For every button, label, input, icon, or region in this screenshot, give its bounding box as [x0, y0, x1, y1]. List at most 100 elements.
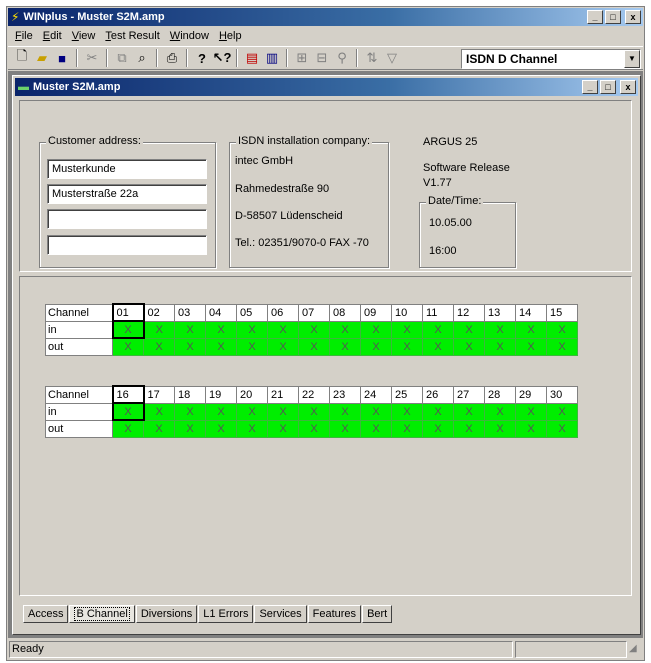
channel-cell[interactable]: X [422, 337, 454, 356]
channel-cell[interactable]: X [484, 337, 516, 356]
channel-cell[interactable]: X [298, 337, 330, 356]
channel-cell[interactable]: X [111, 320, 145, 339]
channel-cell[interactable]: X [329, 402, 361, 421]
channel-cell[interactable]: X [515, 419, 547, 438]
channel-cell[interactable]: X [111, 402, 145, 421]
channel-cell[interactable]: X [360, 320, 392, 339]
channel-cell[interactable]: X [298, 320, 330, 339]
help-icon[interactable]: ? [192, 48, 212, 68]
channel-cell[interactable]: X [360, 402, 392, 421]
channel-cell[interactable]: X [205, 419, 237, 438]
channel-cell[interactable]: X [391, 320, 423, 339]
channel-cell[interactable]: X [236, 337, 268, 356]
export-icon[interactable]: ▤ [242, 48, 262, 68]
cut-icon[interactable]: ✂ [82, 48, 102, 68]
channel-cell[interactable]: X [267, 320, 299, 339]
print-icon[interactable]: ⎙ [162, 48, 182, 68]
channel-cell[interactable]: X [174, 337, 206, 356]
channel-cell[interactable]: X [112, 419, 144, 438]
channel-cell[interactable]: X [236, 402, 268, 421]
app-title-bar[interactable]: ⚡ WINplus - Muster S2M.amp _ □ x [8, 8, 643, 26]
channel-cell[interactable]: X [236, 419, 268, 438]
channel-cell[interactable]: X [360, 337, 392, 356]
channel-cell[interactable]: X [298, 402, 330, 421]
channel-cell[interactable]: X [422, 402, 454, 421]
channel-cell[interactable]: X [546, 337, 578, 356]
channel-cell[interactable]: X [174, 320, 206, 339]
channel-cell[interactable]: X [453, 402, 485, 421]
tab-l1-errors[interactable]: L1 Errors [198, 605, 254, 623]
copy-icon[interactable]: ⧉ [112, 48, 132, 68]
channel-cell[interactable]: X [267, 337, 299, 356]
menu-test-result[interactable]: Test Result [100, 30, 164, 42]
find-icon[interactable]: ⌕ [132, 48, 152, 68]
doc-minimize-button[interactable]: _ [582, 80, 598, 94]
channel-cell[interactable]: X [515, 402, 547, 421]
menu-window[interactable]: Window [165, 30, 214, 42]
tab-bert[interactable]: Bert [362, 605, 393, 623]
magnify-icon[interactable]: ⚲ [332, 48, 352, 68]
menu-file[interactable]: File [10, 30, 38, 42]
channel-cell[interactable]: X [391, 402, 423, 421]
channel-cell[interactable]: X [236, 320, 268, 339]
channel-cell[interactable]: X [546, 320, 578, 339]
channel-cell[interactable]: X [267, 419, 299, 438]
channel-cell[interactable]: X [515, 320, 547, 339]
zoom-out-icon[interactable]: ⊟ [312, 48, 332, 68]
tab-b-channel[interactable]: B Channel [69, 605, 135, 623]
maximize-button[interactable]: □ [605, 10, 621, 24]
channel-cell[interactable]: X [546, 419, 578, 438]
sort-icon[interactable]: ⇅ [362, 48, 382, 68]
tab-features[interactable]: Features [307, 605, 362, 623]
channel-cell[interactable]: X [484, 402, 516, 421]
zoom-in-icon[interactable]: ⊞ [292, 48, 312, 68]
channel-cell[interactable]: X [329, 337, 361, 356]
channel-cell[interactable]: X [174, 402, 206, 421]
tab-diversions[interactable]: Diversions [135, 605, 198, 623]
close-button[interactable]: x [625, 10, 641, 24]
channel-cell[interactable]: X [360, 419, 392, 438]
customer-line-1-field[interactable]: Musterkunde [47, 159, 207, 179]
minimize-button[interactable]: _ [587, 10, 603, 24]
tab-services[interactable]: Services [254, 605, 307, 623]
channel-cell[interactable]: X [205, 337, 237, 356]
menu-edit[interactable]: Edit [38, 30, 67, 42]
channel-cell[interactable]: X [453, 320, 485, 339]
customer-line-4-field[interactable] [47, 235, 207, 255]
new-icon[interactable]: 🗋 [12, 48, 32, 68]
save-icon[interactable]: ■ [52, 48, 72, 68]
channel-cell[interactable]: X [112, 337, 144, 356]
channel-cell[interactable]: X [205, 402, 237, 421]
channel-cell[interactable]: X [484, 419, 516, 438]
channel-cell[interactable]: X [329, 419, 361, 438]
channel-cell[interactable]: X [391, 419, 423, 438]
import-icon[interactable]: ▥ [262, 48, 282, 68]
document-title-bar[interactable]: ▬ Muster S2M.amp _ □ x [15, 78, 638, 96]
channel-cell[interactable]: X [546, 402, 578, 421]
channel-cell[interactable]: X [143, 419, 175, 438]
channel-cell[interactable]: X [174, 419, 206, 438]
doc-close-button[interactable]: x [620, 80, 636, 94]
channel-cell[interactable]: X [329, 320, 361, 339]
menu-help[interactable]: Help [214, 30, 247, 42]
doc-maximize-button[interactable]: □ [600, 80, 616, 94]
channel-cell[interactable]: X [143, 320, 175, 339]
customer-line-3-field[interactable] [47, 209, 207, 229]
menu-view[interactable]: View [67, 30, 101, 42]
channel-cell[interactable]: X [205, 320, 237, 339]
channel-cell[interactable]: X [515, 337, 547, 356]
tab-access[interactable]: Access [23, 605, 69, 623]
customer-line-2-field[interactable]: Musterstraße 22a [47, 184, 207, 204]
open-icon[interactable]: ▰ [32, 48, 52, 68]
channel-cell[interactable]: X [143, 337, 175, 356]
resize-grip-icon[interactable]: ◢ [629, 642, 643, 656]
channel-cell[interactable]: X [422, 419, 454, 438]
channel-cell[interactable]: X [267, 402, 299, 421]
filter-icon[interactable]: ▽ [382, 48, 402, 68]
chevron-down-icon[interactable]: ▼ [624, 50, 640, 68]
channel-cell[interactable]: X [453, 337, 485, 356]
channel-cell[interactable]: X [143, 402, 175, 421]
channel-cell[interactable]: X [484, 320, 516, 339]
channel-cell[interactable]: X [453, 419, 485, 438]
channel-cell[interactable]: X [391, 337, 423, 356]
